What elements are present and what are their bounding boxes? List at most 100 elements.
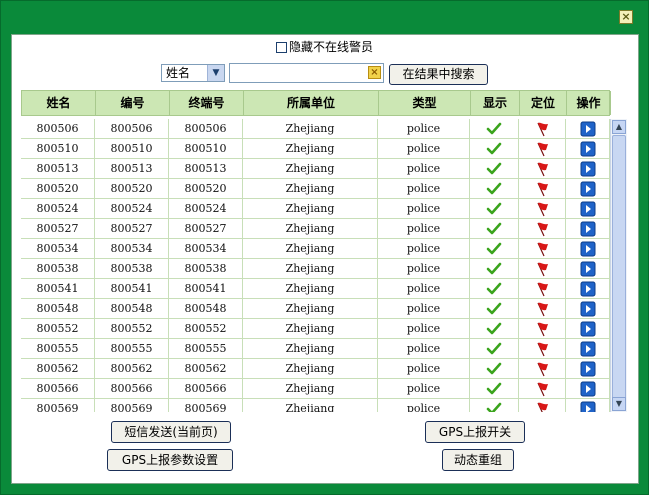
checkmark-icon[interactable] <box>486 302 502 315</box>
checkmark-icon[interactable] <box>486 362 502 375</box>
table-cell <box>566 299 610 318</box>
table-cell: police <box>378 199 470 218</box>
table-cell <box>519 339 566 358</box>
play-arrow-icon[interactable] <box>580 321 596 337</box>
red-flag-icon[interactable] <box>534 282 550 297</box>
gps-params-button[interactable]: GPS上报参数设置 <box>107 449 233 471</box>
red-flag-icon[interactable] <box>534 342 550 357</box>
search-in-results-button[interactable]: 在结果中搜索 <box>389 64 488 85</box>
hide-offline-checkbox[interactable] <box>276 42 287 53</box>
clear-icon[interactable]: × <box>368 66 381 79</box>
play-arrow-icon[interactable] <box>580 141 596 157</box>
column-header: 编号 <box>96 91 170 115</box>
play-arrow-icon[interactable] <box>580 301 596 317</box>
table-cell: Zhejiang <box>243 319 378 338</box>
table-cell: 800520 <box>95 179 169 198</box>
checkmark-icon[interactable] <box>486 342 502 355</box>
red-flag-icon[interactable] <box>534 202 550 217</box>
table-cell: 800548 <box>21 299 95 318</box>
table-row: 800524 800524 800524 Zhejiang police <box>21 199 610 219</box>
red-flag-icon[interactable] <box>534 302 550 317</box>
table-cell <box>470 179 519 198</box>
play-arrow-icon[interactable] <box>580 181 596 197</box>
table-cell: 800534 <box>21 239 95 258</box>
table-cell: 800569 <box>95 399 169 412</box>
red-flag-icon[interactable] <box>534 382 550 397</box>
play-arrow-icon[interactable] <box>580 401 596 412</box>
scroll-up-icon[interactable]: ▲ <box>612 120 626 134</box>
table-cell <box>566 319 610 338</box>
play-arrow-icon[interactable] <box>580 201 596 217</box>
checkmark-icon[interactable] <box>486 262 502 275</box>
scroll-down-icon[interactable]: ▼ <box>612 397 626 411</box>
close-button[interactable]: × <box>619 10 633 24</box>
table-cell: 800510 <box>169 139 243 158</box>
column-header: 显示 <box>471 91 520 115</box>
table-cell: 800552 <box>21 319 95 338</box>
play-arrow-icon[interactable] <box>580 361 596 377</box>
checkmark-icon[interactable] <box>486 202 502 215</box>
checkmark-icon[interactable] <box>486 382 502 395</box>
red-flag-icon[interactable] <box>534 142 550 157</box>
red-flag-icon[interactable] <box>534 322 550 337</box>
play-arrow-icon[interactable] <box>580 241 596 257</box>
red-flag-icon[interactable] <box>534 402 550 412</box>
play-arrow-icon[interactable] <box>580 381 596 397</box>
table-cell <box>470 339 519 358</box>
table-cell: 800513 <box>95 159 169 178</box>
table-cell: 800538 <box>21 259 95 278</box>
table-cell <box>519 159 566 178</box>
checkmark-icon[interactable] <box>486 242 502 255</box>
checkmark-icon[interactable] <box>486 322 502 335</box>
vertical-scrollbar[interactable]: ▲ ▼ <box>610 119 627 412</box>
table-cell: Zhejiang <box>243 279 378 298</box>
table-cell: Zhejiang <box>243 219 378 238</box>
play-arrow-icon[interactable] <box>580 281 596 297</box>
red-flag-icon[interactable] <box>534 242 550 257</box>
search-input[interactable]: × <box>229 63 384 83</box>
dynamic-regroup-button[interactable]: 动态重组 <box>442 449 514 471</box>
table-cell <box>519 319 566 338</box>
checkmark-icon[interactable] <box>486 402 502 412</box>
table-cell: police <box>378 119 470 138</box>
field-select[interactable]: 姓名 ▼ <box>161 64 225 82</box>
checkmark-icon[interactable] <box>486 222 502 235</box>
table-cell: police <box>378 359 470 378</box>
sms-send-button[interactable]: 短信发送(当前页) <box>111 421 231 443</box>
checkmark-icon[interactable] <box>486 282 502 295</box>
column-header: 定位 <box>520 91 567 115</box>
table-cell: 800506 <box>169 119 243 138</box>
play-arrow-icon[interactable] <box>580 221 596 237</box>
table-cell: 800506 <box>95 119 169 138</box>
table-cell: 800569 <box>169 399 243 412</box>
table-cell: 800562 <box>95 359 169 378</box>
red-flag-icon[interactable] <box>534 182 550 197</box>
red-flag-icon[interactable] <box>534 162 550 177</box>
scrollbar-thumb[interactable] <box>612 135 626 405</box>
chevron-down-icon[interactable]: ▼ <box>207 65 224 81</box>
play-arrow-icon[interactable] <box>580 121 596 137</box>
table-cell <box>566 399 610 412</box>
table-cell: police <box>378 319 470 338</box>
checkmark-icon[interactable] <box>486 142 502 155</box>
table-cell: 800541 <box>21 279 95 298</box>
hide-offline-option[interactable]: 隐藏不在线警员 <box>276 39 373 55</box>
table-cell: 800534 <box>95 239 169 258</box>
play-arrow-icon[interactable] <box>580 341 596 357</box>
red-flag-icon[interactable] <box>534 222 550 237</box>
table-cell: 800538 <box>95 259 169 278</box>
play-arrow-icon[interactable] <box>580 261 596 277</box>
checkmark-icon[interactable] <box>486 122 502 135</box>
table-cell: Zhejiang <box>243 259 378 278</box>
checkmark-icon[interactable] <box>486 162 502 175</box>
table-row: 800562 800562 800562 Zhejiang police <box>21 359 610 379</box>
column-header: 操作 <box>567 91 611 115</box>
checkmark-icon[interactable] <box>486 182 502 195</box>
play-arrow-icon[interactable] <box>580 161 596 177</box>
gps-toggle-button[interactable]: GPS上报开关 <box>425 421 525 443</box>
table-cell: 800524 <box>21 199 95 218</box>
red-flag-icon[interactable] <box>534 262 550 277</box>
red-flag-icon[interactable] <box>534 362 550 377</box>
red-flag-icon[interactable] <box>534 122 550 137</box>
table-cell: 800552 <box>169 319 243 338</box>
